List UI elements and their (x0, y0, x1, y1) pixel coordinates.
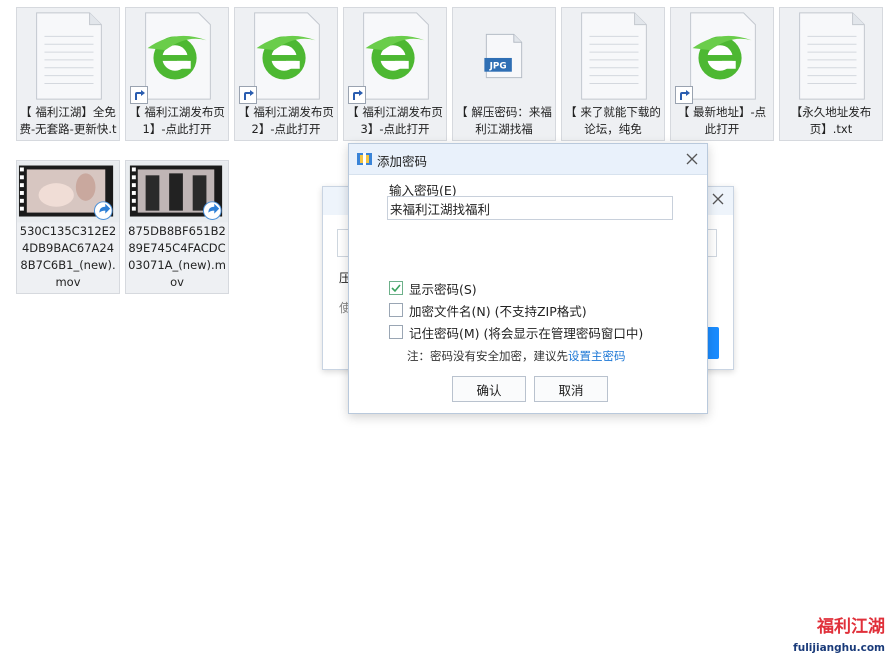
file-name: 【 福利江湖发布页1】-点此打开 (129, 105, 225, 136)
video-thumbnail (126, 161, 228, 223)
set-master-password-link[interactable]: 设置主密码 (568, 349, 626, 363)
video-tile[interactable]: 875DB8BF651B289E745C4FACDC03071A_(new).m… (125, 160, 229, 294)
file-name: 【 解压密码：来福利江湖找福 (456, 105, 552, 136)
dialog-titlebar: 添加密码 (349, 144, 707, 175)
file-name: 【 福利江湖发布页2】-点此打开 (238, 105, 334, 136)
archive-app-icon (357, 153, 372, 165)
dialog-title: 添加密码 (377, 154, 428, 169)
security-note: 注：密码没有安全加密，建议先设置主密码 (407, 348, 626, 364)
shortcut-arrow-icon (348, 86, 366, 104)
file-name: 【永久地址发布页】.txt (790, 105, 872, 136)
file-tile[interactable]: 【 最新地址】-点此打开 (670, 7, 774, 141)
txt-file-icon (36, 12, 102, 100)
video-thumbnail (17, 161, 119, 223)
watermark-brand: 福利江湖 (817, 617, 885, 637)
file-name: 875DB8BF651B289E745C4FACDC03071A_(new).m… (128, 224, 226, 289)
file-tile[interactable]: 【 福利江湖发布页3】-点此打开 (343, 7, 447, 141)
file-tile[interactable]: 【 福利江湖发布页1】-点此打开 (125, 7, 229, 141)
add-password-dialog: 添加密码 输入密码(E) 显示密码(S) 加密文件名(N) (不支持ZIP格式)… (348, 143, 708, 414)
password-input[interactable] (387, 196, 673, 220)
checkbox-icon (389, 325, 403, 339)
txt-file-icon (581, 12, 647, 100)
option-label: 记住密码(M) (将会显示在管理密码窗口中) (409, 325, 644, 341)
confirm-button[interactable]: 确认 (452, 376, 526, 402)
watermark-domain: fulijianghu.com (793, 642, 885, 654)
option-label: 加密文件名(N) (不支持ZIP格式) (409, 303, 587, 319)
shortcut-arrow-icon (675, 86, 693, 104)
file-tile[interactable]: 【 福利江湖发布页2】-点此打开 (234, 7, 338, 141)
file-tile[interactable]: 【永久地址发布页】.txt (779, 7, 883, 141)
file-tile[interactable]: 【 福利江湖】全免费-无套路-更新快.txt (16, 7, 120, 141)
jpg-file-icon: JPG (484, 33, 523, 79)
file-name: 【 福利江湖】全免费-无套路-更新快.txt (19, 105, 117, 140)
file-tile[interactable]: 【 来了就能下载的论坛，纯免 (561, 7, 665, 141)
encrypt-filename-checkbox[interactable]: 加密文件名(N) (不支持ZIP格式) (389, 301, 587, 319)
file-tile[interactable]: JPG 【 解压密码：来福利江湖找福 (452, 7, 556, 141)
close-icon[interactable] (711, 192, 725, 206)
txt-file-icon (799, 12, 865, 100)
shortcut-arrow-icon (239, 86, 257, 104)
checkbox-icon (389, 303, 403, 317)
file-name: 【 福利江湖发布页3】-点此打开 (347, 105, 443, 136)
remember-password-checkbox[interactable]: 记住密码(M) (将会显示在管理密码窗口中) (389, 323, 643, 341)
file-name: 【 来了就能下载的论坛，纯免 (565, 105, 661, 136)
option-label: 显示密码(S) (409, 281, 477, 297)
file-name: 530C135C312E24DB9BAC67A248B7C6B1_(new).m… (19, 224, 117, 289)
cancel-button[interactable]: 取消 (534, 376, 608, 402)
checkbox-checked-icon (389, 281, 403, 295)
show-password-checkbox[interactable]: 显示密码(S) (389, 279, 477, 297)
jpg-badge: JPG (489, 62, 507, 72)
video-tile[interactable]: 530C135C312E24DB9BAC67A248B7C6B1_(new).m… (16, 160, 120, 294)
close-icon[interactable] (685, 152, 699, 166)
shortcut-arrow-icon (130, 86, 148, 104)
note-text: 注：密码没有安全加密，建议先 (407, 349, 568, 363)
file-name: 【 最新地址】-点此打开 (677, 105, 767, 136)
